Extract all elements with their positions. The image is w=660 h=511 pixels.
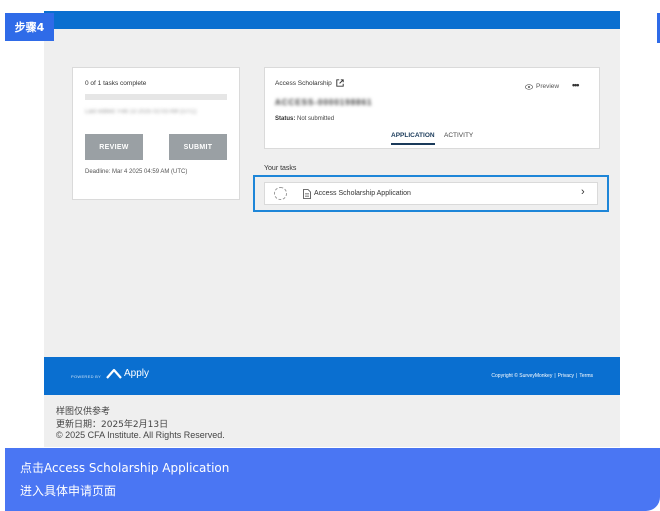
your-tasks-heading: Your tasks bbox=[264, 165, 297, 172]
external-link-icon bbox=[336, 79, 344, 87]
powered-by-text: POWERED BY bbox=[71, 374, 102, 379]
task-summary-card: 0 of 1 tasks complete Last edited: Feb 1… bbox=[72, 67, 240, 200]
tab-activity[interactable]: ACTIVITY bbox=[444, 132, 473, 139]
tab-application[interactable]: APPLICATION bbox=[391, 132, 435, 145]
preview-button[interactable]: Preview bbox=[525, 83, 559, 90]
caption-line-2: 进入具体申请页面 bbox=[20, 484, 117, 498]
last-edited-text: Last edited: Feb 13 2025 02:03 AM (UTC) bbox=[85, 109, 197, 115]
top-bar bbox=[44, 11, 620, 29]
status-value: Not submitted bbox=[297, 116, 335, 122]
more-options-icon[interactable]: ••• bbox=[572, 80, 580, 90]
update-date-note: 更新日期：2025年2月13日 bbox=[56, 420, 169, 430]
instruction-caption: 点击Access Scholarship Application 进入具体申请页… bbox=[5, 448, 660, 511]
application-id: ACCESS-0000198861 bbox=[275, 98, 373, 107]
application-title[interactable]: Access Scholarship bbox=[275, 79, 344, 87]
application-card: Access Scholarship Preview ••• ACCESS-00… bbox=[264, 67, 600, 149]
step-badge: 步骤4 bbox=[5, 13, 54, 41]
apply-logo-text: Apply bbox=[124, 368, 150, 379]
footer-separator: | bbox=[554, 373, 556, 379]
terms-link[interactable]: Terms bbox=[579, 373, 593, 379]
preview-label: Preview bbox=[536, 83, 560, 90]
status-label: Status: bbox=[275, 116, 296, 122]
highlight-box bbox=[253, 175, 609, 212]
submit-button[interactable]: SUBMIT bbox=[169, 134, 227, 160]
footer: POWERED BY Apply Copyright © SurveyMonke… bbox=[44, 357, 620, 395]
deadline-text: Deadline: Mar 4 2025 04:59 AM (UTC) bbox=[85, 169, 188, 175]
reference-note: 样图仅供参考 bbox=[56, 407, 111, 417]
review-button[interactable]: REVIEW bbox=[85, 134, 143, 160]
eye-icon bbox=[525, 83, 533, 90]
caption-line-1: 点击Access Scholarship Application bbox=[20, 461, 230, 475]
footer-separator: | bbox=[576, 373, 578, 379]
privacy-link[interactable]: Privacy bbox=[558, 373, 574, 379]
application-title-label: Access Scholarship bbox=[275, 79, 332, 87]
screenshot-frame: 0 of 1 tasks complete Last edited: Feb 1… bbox=[44, 11, 620, 447]
progress-bar bbox=[85, 94, 227, 100]
footer-links: Copyright © SurveyMonkey | Privacy | Ter… bbox=[491, 373, 593, 379]
copyright-note: © 2025 CFA Institute. All Rights Reserve… bbox=[56, 430, 225, 440]
apply-logo-icon bbox=[106, 368, 122, 379]
status-text: Status: Not submitted bbox=[275, 116, 334, 122]
tasks-complete-text: 0 of 1 tasks complete bbox=[85, 80, 147, 87]
copyright-text: Copyright © SurveyMonkey bbox=[491, 373, 553, 379]
